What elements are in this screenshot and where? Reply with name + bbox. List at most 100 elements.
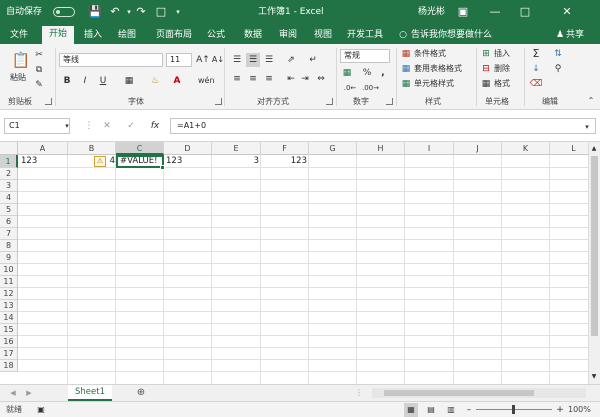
paste-icon[interactable]: 📋 bbox=[11, 50, 31, 70]
column-header-b[interactable]: B bbox=[68, 142, 116, 155]
error-warning-icon[interactable]: ⚠ bbox=[94, 156, 106, 167]
tab-file[interactable]: 文件 bbox=[4, 27, 34, 44]
tab-data[interactable]: 数据 bbox=[240, 27, 266, 44]
expand-formula-icon[interactable]: ▾ bbox=[580, 120, 594, 134]
close-button[interactable]: ✕ bbox=[552, 0, 582, 24]
format-cells-button[interactable]: 格式 bbox=[494, 78, 510, 90]
align-middle-icon[interactable]: ☰ bbox=[246, 53, 260, 67]
user-name[interactable]: 杨光彬 bbox=[418, 6, 445, 18]
row-header[interactable]: 3 bbox=[0, 180, 18, 192]
row-header[interactable]: 12 bbox=[0, 288, 18, 300]
new-document-icon[interactable]: □ bbox=[153, 4, 169, 20]
fill-handle[interactable] bbox=[160, 165, 165, 170]
tab-review[interactable]: 审阅 bbox=[275, 27, 301, 44]
delete-cells-button[interactable]: 删除 bbox=[494, 63, 510, 75]
select-all-corner[interactable] bbox=[0, 142, 18, 155]
zoom-slider-thumb[interactable] bbox=[512, 405, 515, 414]
decrease-indent-icon[interactable]: ⇤ bbox=[284, 72, 298, 86]
row-header[interactable]: 2 bbox=[0, 168, 18, 180]
percent-icon[interactable]: % bbox=[360, 66, 374, 80]
wrap-text-icon[interactable]: ↵ bbox=[306, 53, 320, 67]
column-header-c[interactable]: C bbox=[116, 142, 164, 155]
number-launcher[interactable] bbox=[386, 98, 393, 105]
increase-decimal-icon[interactable]: .0← bbox=[343, 81, 357, 95]
conditional-format-button[interactable]: 条件格式 bbox=[414, 48, 446, 60]
zoom-out-icon[interactable]: – bbox=[462, 403, 476, 417]
insert-cells-icon[interactable]: ⊞ bbox=[479, 47, 493, 61]
cell-a1[interactable]: 123 bbox=[21, 155, 65, 167]
column-header-l[interactable]: L bbox=[550, 142, 588, 155]
find-select-icon[interactable]: ⚲ bbox=[551, 62, 565, 76]
column-header-j[interactable]: J bbox=[454, 142, 502, 155]
tell-me-search[interactable]: 告诉我你想要做什么 bbox=[411, 27, 521, 44]
cell-f1[interactable]: 123 bbox=[263, 155, 307, 167]
row-header[interactable]: 17 bbox=[0, 348, 18, 360]
paste-button[interactable]: 粘贴 bbox=[10, 72, 26, 84]
insert-cells-button[interactable]: 插入 bbox=[494, 48, 510, 60]
font-launcher[interactable] bbox=[215, 98, 222, 105]
row-header[interactable]: 4 bbox=[0, 192, 18, 204]
macro-record-icon[interactable]: ▣ bbox=[34, 403, 48, 417]
row-header[interactable]: 8 bbox=[0, 240, 18, 252]
accounting-format-icon[interactable]: ▦ bbox=[340, 66, 354, 80]
align-center-icon[interactable]: ≡ bbox=[246, 72, 260, 86]
maximize-button[interactable]: □ bbox=[510, 0, 540, 24]
conditional-format-icon[interactable]: ▦ bbox=[399, 47, 413, 61]
column-header-e[interactable]: E bbox=[212, 142, 261, 155]
name-box-dropdown-icon[interactable]: ▾ bbox=[60, 119, 74, 133]
align-right-icon[interactable]: ≡ bbox=[262, 72, 276, 86]
zoom-level[interactable]: 100% bbox=[568, 402, 591, 417]
borders-icon[interactable]: ▦ bbox=[122, 74, 136, 88]
font-name-select[interactable]: 等线 bbox=[59, 53, 163, 67]
grow-font-icon[interactable]: A↑ bbox=[196, 53, 210, 67]
format-painter-icon[interactable]: ✎ bbox=[32, 78, 46, 92]
row-header[interactable]: 14 bbox=[0, 312, 18, 324]
tab-page-layout[interactable]: 页面布局 bbox=[150, 27, 198, 44]
sheet-tab-sheet1[interactable]: Sheet1 bbox=[68, 385, 112, 401]
customize-qat-icon[interactable]: ▾ bbox=[170, 4, 186, 20]
align-bottom-icon[interactable]: ☰ bbox=[262, 53, 276, 67]
scroll-up-icon[interactable]: ▲ bbox=[588, 142, 600, 156]
tab-home[interactable]: 开始 bbox=[42, 26, 74, 44]
insert-function-icon[interactable]: fx bbox=[148, 119, 162, 133]
tab-split-icon[interactable]: ⋮ bbox=[352, 386, 366, 400]
page-break-view-icon[interactable]: ▥ bbox=[444, 403, 458, 417]
page-layout-view-icon[interactable]: ▤ bbox=[424, 403, 438, 417]
column-header-k[interactable]: K bbox=[502, 142, 550, 155]
column-header-g[interactable]: G bbox=[309, 142, 357, 155]
fill-icon[interactable]: ↓ bbox=[529, 62, 543, 76]
clear-icon[interactable]: ⌫ bbox=[529, 77, 543, 91]
column-header-i[interactable]: I bbox=[405, 142, 454, 155]
number-format-select[interactable]: 常规 bbox=[340, 49, 390, 63]
tab-view[interactable]: 视图 bbox=[310, 27, 336, 44]
tab-draw[interactable]: 绘图 bbox=[114, 27, 140, 44]
row-header[interactable]: 15 bbox=[0, 324, 18, 336]
table-format-button[interactable]: 套用表格格式 bbox=[414, 63, 462, 75]
worksheet-grid[interactable]: A B C D E F G H I J K L 1 2 3 4 5 6 7 8 … bbox=[0, 142, 588, 384]
autosum-icon[interactable]: Σ bbox=[529, 47, 543, 61]
row-header[interactable]: 16 bbox=[0, 336, 18, 348]
row-header[interactable]: 5 bbox=[0, 204, 18, 216]
row-header[interactable]: 7 bbox=[0, 228, 18, 240]
italic-button[interactable]: I bbox=[78, 74, 92, 88]
alignment-launcher[interactable] bbox=[326, 98, 333, 105]
tab-developer[interactable]: 开发工具 bbox=[342, 27, 388, 44]
decrease-decimal-icon[interactable]: .00→ bbox=[362, 81, 379, 95]
vertical-scrollbar[interactable]: ▲ ▼ bbox=[588, 142, 600, 384]
horizontal-scroll-thumb[interactable] bbox=[384, 390, 534, 396]
share-icon[interactable]: ♟ bbox=[554, 27, 566, 44]
row-header[interactable]: 11 bbox=[0, 276, 18, 288]
shrink-font-icon[interactable]: A↓ bbox=[211, 53, 225, 67]
zoom-in-icon[interactable]: + bbox=[553, 403, 567, 417]
copy-icon[interactable]: ⧉ bbox=[32, 63, 46, 77]
column-header-h[interactable]: H bbox=[357, 142, 405, 155]
cell-b1[interactable]: 4 bbox=[108, 155, 115, 167]
redo-icon[interactable]: ↷ bbox=[133, 4, 149, 20]
align-left-icon[interactable]: ≡ bbox=[230, 72, 244, 86]
merge-center-icon[interactable]: ⇔ bbox=[314, 72, 328, 86]
clipboard-launcher[interactable] bbox=[45, 98, 52, 105]
underline-button[interactable]: U bbox=[96, 74, 110, 88]
save-icon[interactable]: 💾 bbox=[87, 4, 103, 20]
row-header[interactable]: 18 bbox=[0, 360, 18, 372]
cell-e1[interactable]: 3 bbox=[214, 155, 259, 167]
